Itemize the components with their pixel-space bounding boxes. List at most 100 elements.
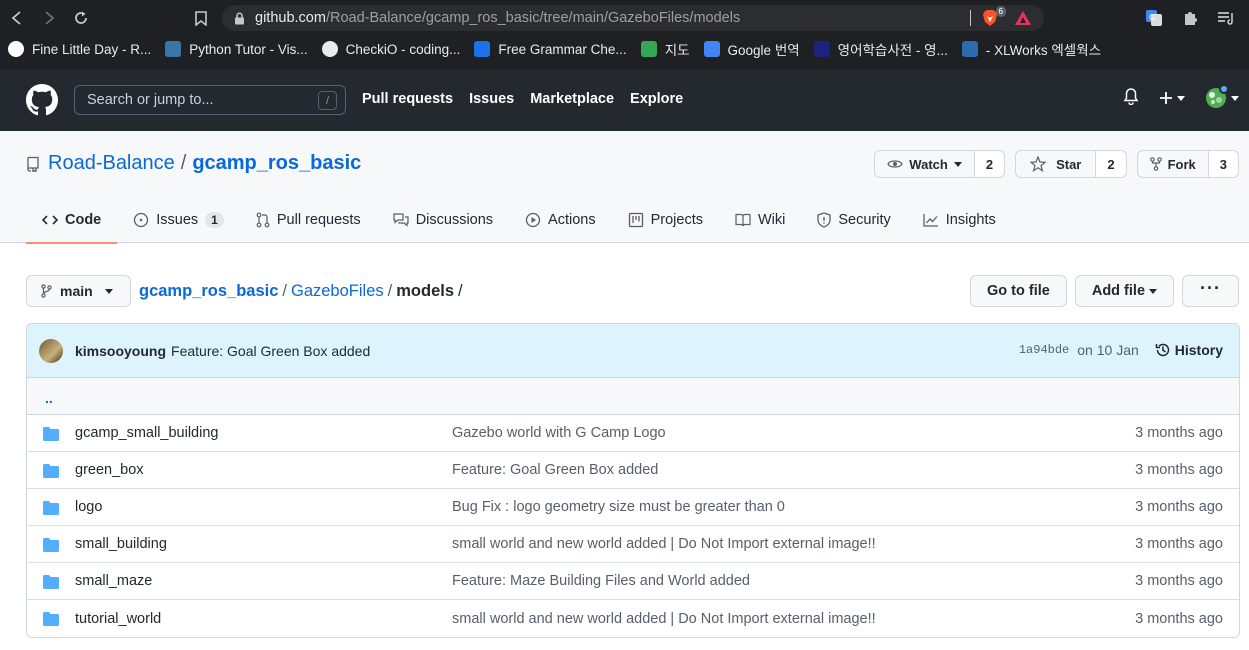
nav-pull-requests[interactable]: Pull requests (362, 91, 453, 107)
brave-shield-icon[interactable]: 6 (982, 6, 1006, 27)
tab-insights[interactable]: Insights (907, 197, 1012, 243)
file-actions: Go to file Add file ··· (970, 275, 1239, 307)
book-icon (735, 213, 751, 227)
star-count[interactable]: 2 (1096, 151, 1126, 177)
commit-sha-link[interactable]: 1a94bde (1019, 343, 1069, 357)
table-row: logo Bug Fix : logo geometry size must be… (27, 489, 1239, 526)
url-text: github.com/Road-Balance/gcamp_ros_basic/… (255, 10, 741, 26)
file-name-link[interactable]: small_building (75, 536, 167, 552)
back-arrow-icon[interactable] (6, 7, 28, 29)
search-input[interactable]: Search or jump to... / (74, 85, 346, 115)
bookmark-item[interactable]: - XLWorks 엑셀웍스 (961, 39, 1102, 59)
watch-count[interactable]: 2 (974, 151, 1005, 177)
reading-list-icon[interactable] (1215, 7, 1237, 29)
bookmark-item[interactable]: Python Tutor - Vis... (165, 41, 308, 57)
address-bar[interactable]: github.com/Road-Balance/gcamp_ros_basic/… (222, 5, 1044, 31)
forward-arrow-icon[interactable] (38, 7, 60, 29)
google-translate-icon[interactable]: G (1143, 7, 1165, 29)
file-commit-message-link[interactable]: Feature: Goal Green Box added (452, 462, 658, 478)
project-icon (628, 212, 643, 228)
watch-button[interactable]: Watch (875, 151, 975, 177)
avatar[interactable] (39, 338, 63, 363)
commit-message-link[interactable]: Feature: Goal Green Box added (171, 343, 370, 359)
bookmark-label: - XLWorks 엑셀웍스 (985, 43, 1102, 58)
go-to-file-button[interactable]: Go to file (970, 275, 1067, 307)
user-avatar-menu[interactable] (1205, 84, 1239, 109)
commit-author-link[interactable]: kimsooyoung (75, 343, 166, 359)
tab-security-label: Security (838, 212, 891, 228)
bell-icon[interactable] (1123, 88, 1139, 108)
fork-button[interactable]: Fork (1138, 151, 1209, 177)
file-commit-message-link[interactable]: Bug Fix : logo geometry size must be gre… (452, 499, 785, 515)
bookmark-page-icon[interactable] (190, 7, 212, 29)
file-commit-message-link[interactable]: small world and new world added | Do Not… (452, 611, 876, 627)
file-name-link[interactable]: tutorial_world (75, 611, 161, 627)
watch-button-group: Watch 2 (874, 150, 1006, 178)
file-name-link[interactable]: small_maze (75, 573, 152, 589)
file-commit-message-link[interactable]: small world and new world added | Do Not… (452, 536, 876, 552)
repo-icon (27, 156, 39, 172)
tab-wiki[interactable]: Wiki (719, 197, 801, 243)
bookmark-item[interactable]: CheckiO - coding... (321, 41, 461, 57)
commit-meta: 1a94bde on 10 Jan History (1019, 342, 1223, 358)
parent-directory-link[interactable]: .. (27, 378, 1239, 415)
bookmark-item[interactable]: Free Grammar Che... (474, 41, 627, 57)
file-name-link[interactable]: green_box (75, 462, 144, 478)
file-name-link[interactable]: logo (75, 499, 102, 515)
branch-name: main (60, 283, 93, 299)
breadcrumb-gazebofiles-link[interactable]: GazeboFiles (291, 282, 384, 300)
bookmark-item[interactable]: 지도 (640, 39, 690, 59)
plus-icon (1160, 92, 1172, 104)
add-file-label: Add file (1091, 283, 1146, 299)
nav-marketplace[interactable]: Marketplace (530, 91, 614, 107)
tab-actions[interactable]: Actions (509, 197, 612, 243)
tab-security[interactable]: Security (801, 197, 906, 243)
create-new-button[interactable] (1159, 91, 1185, 105)
tab-actions-label: Actions (548, 212, 596, 228)
brave-rewards-icon[interactable] (1014, 10, 1032, 29)
repo-owner-link[interactable]: Road-Balance (48, 152, 175, 175)
add-file-button[interactable]: Add file (1074, 275, 1175, 307)
file-age: 3 months ago (1135, 610, 1223, 627)
star-button[interactable]: Star (1016, 151, 1097, 177)
bookmark-label: CheckiO - coding... (345, 41, 461, 57)
tab-code[interactable]: Code (26, 197, 118, 244)
star-icon (1030, 156, 1047, 172)
file-commit-message-link[interactable]: Feature: Maze Building Files and World a… (452, 573, 750, 589)
shield-icon (817, 212, 832, 228)
breadcrumb-separator: / (458, 282, 463, 300)
github-logo-icon[interactable] (26, 84, 58, 119)
nav-explore[interactable]: Explore (630, 91, 683, 107)
fork-icon (1149, 157, 1162, 171)
tab-discussions[interactable]: Discussions (377, 197, 509, 243)
extensions-puzzle-icon[interactable] (1179, 7, 1201, 29)
breadcrumb-repo-link[interactable]: gcamp_ros_basic (139, 282, 278, 300)
history-link[interactable]: History (1155, 342, 1223, 358)
fork-count[interactable]: 3 (1208, 151, 1238, 177)
bookmark-item[interactable]: Fine Little Day - R... (8, 41, 151, 57)
watch-label: Watch (909, 156, 948, 172)
bookmark-label: 영어학습사전 - 영... (837, 43, 948, 58)
bookmark-item[interactable]: Google 번역 (703, 39, 800, 59)
grammar-icon (474, 41, 491, 57)
fork-label: Fork (1167, 156, 1196, 172)
bookmark-label: Fine Little Day - R... (32, 41, 152, 57)
bookmark-item[interactable]: 영어학습사전 - 영... (813, 39, 948, 59)
tab-pull-requests[interactable]: Pull requests (240, 197, 377, 243)
file-commit-message-link[interactable]: Gazebo world with G Camp Logo (452, 425, 666, 441)
tab-issues[interactable]: Issues 1 (117, 197, 240, 243)
file-name-link[interactable]: gcamp_small_building (75, 425, 218, 441)
xlworks-icon (961, 41, 978, 57)
caret-down-icon (104, 288, 113, 294)
repo-name-link[interactable]: gcamp_ros_basic (192, 152, 361, 175)
folder-icon (43, 612, 59, 630)
github-header: Search or jump to... / Pull requests Iss… (0, 69, 1249, 131)
more-options-button[interactable]: ··· (1182, 275, 1239, 307)
branch-selector[interactable]: main (26, 275, 131, 307)
dictionary-icon (813, 41, 830, 57)
tab-issues-label: Issues (156, 212, 199, 228)
nav-issues[interactable]: Issues (469, 91, 514, 107)
reload-icon[interactable] (70, 7, 92, 29)
table-row: tutorial_world small world and new world … (27, 600, 1239, 637)
tab-projects[interactable]: Projects (612, 197, 719, 243)
